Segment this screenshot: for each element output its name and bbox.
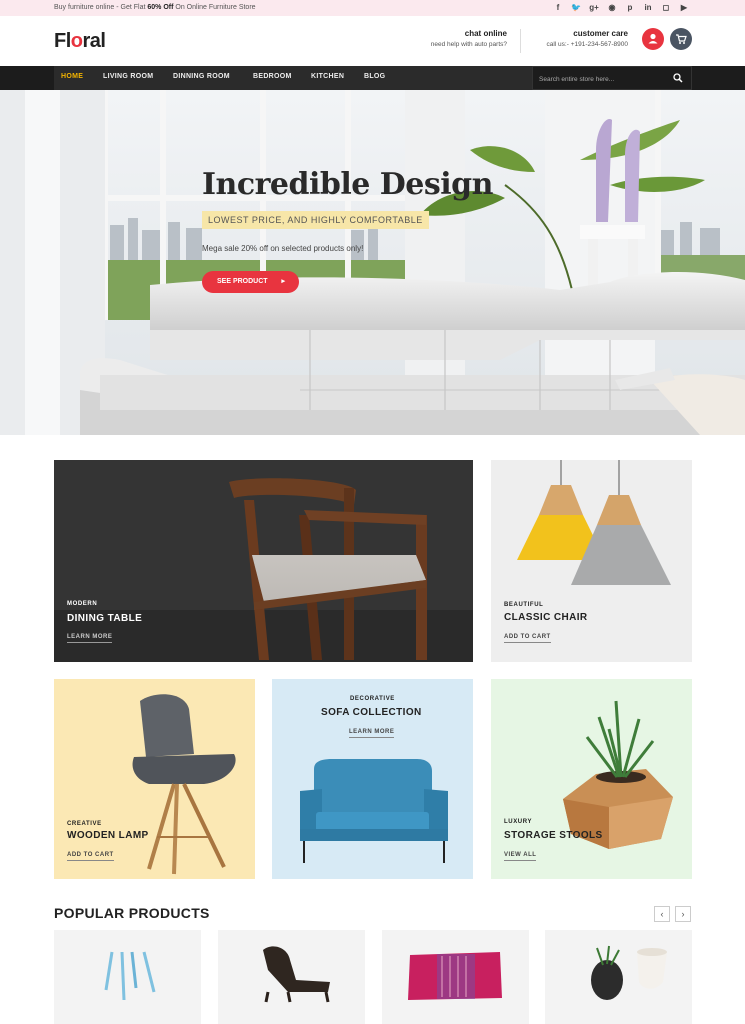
banner-category: BEAUTIFUL [504, 602, 544, 608]
logo[interactable]: Floral [54, 30, 106, 53]
google-plus-icon[interactable]: g+ [589, 2, 599, 13]
product-image [263, 946, 330, 1003]
add-to-cart-link[interactable]: ADD TO CART [504, 634, 551, 643]
banner-storage-stools[interactable]: LUXURY STORAGE STOOLS VIEW ALL [491, 679, 692, 879]
user-icon [648, 33, 658, 44]
banner-wooden-lamp[interactable]: CREATIVE WOODEN LAMP ADD TO CART [54, 679, 255, 879]
learn-more-link[interactable]: LEARN MORE [349, 729, 395, 738]
popular-products-heading: POPULAR PRODUCTS [54, 905, 210, 921]
product-image [591, 945, 667, 1000]
cart-icon [676, 34, 687, 44]
search-icon[interactable] [673, 73, 683, 83]
banner-category: DECORATIVE [350, 696, 395, 702]
product-image [104, 951, 156, 1001]
hero-scene-image [0, 90, 745, 435]
linkedin-icon[interactable]: in [643, 2, 653, 13]
banner-category: CREATIVE [67, 821, 102, 827]
nav-item-living-room[interactable]: LIVING ROOM [103, 73, 153, 80]
nav-item-kitchen[interactable]: KITCHEN [311, 73, 344, 80]
arrow-right-icon: ▸ [281, 278, 285, 285]
banner-category: MODERN [67, 601, 98, 607]
hero-title: Incredible Design [202, 167, 493, 202]
main-nav: HOME LIVING ROOM DINNING ROOM BEDROOM KI… [0, 66, 745, 90]
banner-dining-table[interactable]: MODERN DINING TABLE LEARN MORE [54, 460, 473, 662]
banner-title: CLASSIC CHAIR [504, 612, 588, 623]
instagram-icon[interactable]: ◻ [661, 2, 671, 13]
hero-subtitle: Mega sale 20% off on selected products o… [202, 244, 364, 253]
add-to-cart-link[interactable]: ADD TO CART [67, 852, 114, 861]
pendant-lamps-image [491, 460, 692, 662]
see-product-button[interactable]: SEE PRODUCT ▸ [202, 271, 299, 293]
banner-title: DINING TABLE [67, 613, 143, 624]
account-button[interactable] [642, 28, 664, 50]
hero-tagline: LOWEST PRICE, AND HIGHLY COMFORTABLE [202, 211, 429, 229]
rss-icon[interactable]: ◉ [607, 2, 617, 13]
nav-item-blog[interactable]: BLOG [364, 73, 385, 80]
banner-classic-chair[interactable]: BEAUTIFUL CLASSIC CHAIR ADD TO CART [491, 460, 692, 662]
planter-image [491, 679, 692, 879]
product-card-stool[interactable] [54, 930, 201, 1024]
social-links: f 🐦 g+ ◉ p in ◻ ▶ [553, 2, 689, 13]
youtube-icon[interactable]: ▶ [679, 2, 689, 13]
promo-text: Buy furniture online - Get Flat 60% Off … [54, 4, 256, 11]
customer-care-info: customer care call us:- +191-234-567-890… [546, 29, 629, 48]
pinterest-icon[interactable]: p [625, 2, 635, 13]
nav-item-bedroom[interactable]: BEDROOM [253, 73, 292, 80]
product-card-lounge-chair[interactable] [218, 930, 365, 1024]
top-promo-bar: Buy furniture online - Get Flat 60% Off … [0, 0, 745, 16]
chair-image [54, 679, 255, 879]
hero-banner: Incredible Design LOWEST PRICE, AND HIGH… [0, 90, 745, 435]
banner-sofa-collection[interactable]: DECORATIVE SOFA COLLECTION LEARN MORE [272, 679, 473, 879]
banner-title: STORAGE STOOLS [504, 830, 603, 841]
carousel-next-button[interactable]: › [675, 906, 691, 922]
twitter-icon[interactable]: 🐦 [571, 2, 581, 13]
banner-title: WOODEN LAMP [67, 830, 149, 841]
nav-item-home[interactable]: HOME [61, 73, 83, 80]
search-box [532, 66, 692, 90]
product-image [408, 952, 502, 1000]
carousel-prev-button[interactable]: ‹ [654, 906, 670, 922]
cart-button[interactable] [670, 28, 692, 50]
banner-title: SOFA COLLECTION [321, 707, 422, 718]
facebook-icon[interactable]: f [553, 2, 563, 13]
chair-image [54, 460, 473, 662]
product-card-planters[interactable] [545, 930, 692, 1024]
learn-more-link[interactable]: LEARN MORE [67, 634, 113, 643]
product-card-cushion[interactable] [382, 930, 529, 1024]
view-all-link[interactable]: VIEW ALL [504, 852, 537, 861]
search-input[interactable] [539, 73, 669, 85]
chat-online-info[interactable]: chat online need help with auto parts? [431, 28, 507, 50]
header-divider [520, 29, 521, 53]
banner-category: LUXURY [504, 819, 533, 825]
site-header: Floral chat online need help with auto p… [0, 16, 745, 66]
nav-item-dinning-room[interactable]: DINNING ROOM [173, 73, 230, 80]
